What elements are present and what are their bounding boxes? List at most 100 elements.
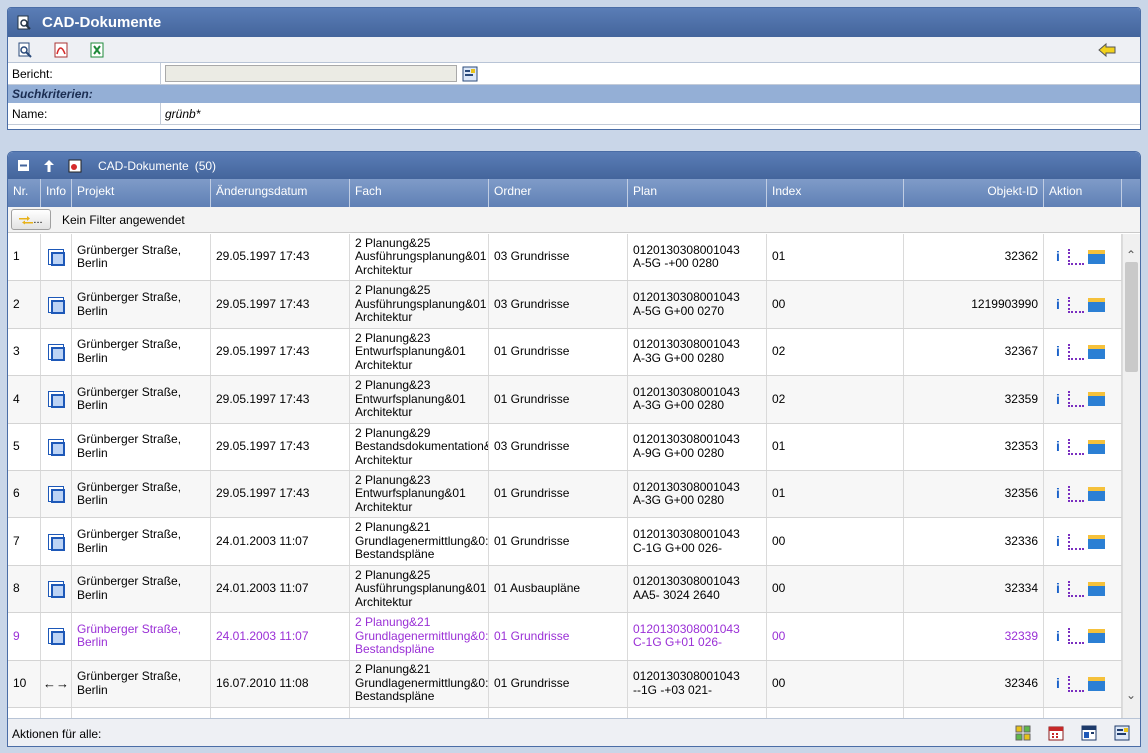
sort-up-arrow-icon[interactable] (42, 159, 56, 173)
row-plan: 0120130308001043 A-3G G+00 0280 (628, 328, 767, 376)
folder-export-icon[interactable] (1088, 392, 1105, 407)
tree-structure-icon[interactable] (1068, 296, 1084, 313)
folder-export-icon[interactable] (1088, 534, 1105, 549)
row-info[interactable] (41, 565, 72, 613)
row-info[interactable] (41, 613, 72, 660)
cad-document-icon[interactable] (48, 438, 65, 456)
folder-export-icon[interactable] (1088, 629, 1105, 644)
person-info-icon[interactable]: i (1052, 344, 1064, 359)
tree-structure-icon[interactable] (1068, 675, 1084, 692)
row-index: 00 (767, 565, 904, 613)
tree-structure-icon[interactable] (1068, 391, 1084, 408)
tree-structure-icon[interactable] (1068, 343, 1084, 360)
cad-document-icon[interactable] (48, 628, 65, 646)
tree-structure-icon[interactable] (1068, 580, 1084, 597)
row-info[interactable]: ←→ (41, 660, 72, 707)
column-fach[interactable]: Fach (350, 179, 489, 207)
column-info[interactable]: Info (41, 179, 72, 207)
table-row[interactable]: 8 Grünberger Straße, Berlin 24.01.2003 11:… (8, 565, 1122, 614)
collapse-icon[interactable] (16, 159, 30, 173)
person-info-icon[interactable]: i (1052, 676, 1064, 691)
table-row[interactable]: 3 Grünberger Straße, Berlin 29.05.1997 17:… (8, 328, 1122, 377)
row-info[interactable] (41, 328, 72, 376)
report-select-icon[interactable] (462, 66, 478, 82)
table-row[interactable]: 4 Grünberger Straße, Berlin 29.05.1997 17:… (8, 376, 1122, 424)
table-row[interactable]: 5 Grünberger Straße, Berlin 29.05.1997 17:… (8, 423, 1122, 471)
folder-export-icon[interactable] (1088, 487, 1105, 502)
row-info[interactable] (41, 234, 72, 281)
row-info[interactable] (41, 707, 72, 718)
cad-document-icon[interactable] (48, 533, 65, 551)
column-aenderungsdatum[interactable]: Änderungsdatum (211, 179, 350, 207)
person-info-icon[interactable]: i (1052, 297, 1064, 312)
scroll-up-icon[interactable]: ⌃ (1126, 248, 1136, 262)
results-header: CAD-Dokumente (50) (8, 152, 1140, 179)
cad-document-icon[interactable] (48, 391, 65, 409)
filter-button[interactable]: ... (11, 209, 51, 230)
column-projekt[interactable]: Projekt (72, 179, 211, 207)
person-info-icon[interactable]: i (1052, 534, 1064, 549)
row-info[interactable] (41, 376, 72, 423)
pdf-icon[interactable] (52, 41, 70, 59)
tree-structure-icon[interactable] (1068, 486, 1084, 503)
table-row[interactable]: 2 Grünberger Straße, Berlin 29.05.1997 17:… (8, 281, 1122, 329)
column-plan[interactable]: Plan (628, 179, 767, 207)
row-info[interactable] (41, 470, 72, 518)
cad-document-icon[interactable] (48, 249, 65, 267)
tree-structure-icon[interactable] (1068, 438, 1084, 455)
calendar-icon[interactable] (1048, 725, 1064, 741)
column-ordner[interactable]: Ordner (489, 179, 628, 207)
column-index[interactable]: Index (767, 179, 904, 207)
row-datum: 29.05.1997 17:43 (211, 234, 350, 281)
cad-document-icon[interactable] (48, 580, 65, 598)
table-row[interactable]: Grünberger Straße 2 Planung&28 Werk- 01201… (8, 707, 1122, 718)
person-info-icon[interactable]: i (1052, 581, 1064, 596)
table-row[interactable]: 1 Grünberger Straße, Berlin 29.05.1997 17:… (8, 234, 1122, 282)
folder-export-icon[interactable] (1088, 344, 1105, 359)
folder-export-icon[interactable] (1088, 581, 1105, 596)
bericht-input[interactable] (165, 65, 457, 82)
row-nr: 6 (8, 470, 41, 518)
tree-structure-icon[interactable] (1068, 249, 1084, 266)
row-info[interactable] (41, 518, 72, 565)
search-document-icon[interactable] (16, 41, 34, 59)
table-row[interactable]: 6 Grünberger Straße, Berlin 29.05.1997 17:… (8, 470, 1122, 519)
grid-tiles-icon[interactable] (1015, 725, 1031, 741)
table-row[interactable]: 10 ←→ Grünberger Straße, Berlin 16.07.2010 … (8, 660, 1122, 708)
folder-export-icon[interactable] (1088, 297, 1105, 312)
table-row[interactable]: 7 Grünberger Straße, Berlin 24.01.2003 11:… (8, 518, 1122, 566)
excel-icon[interactable] (88, 41, 106, 59)
folder-export-icon[interactable] (1088, 676, 1105, 691)
vertical-scrollbar[interactable]: ⌃ ⌄ (1122, 234, 1140, 718)
name-value: grünb* (165, 106, 201, 121)
person-info-icon[interactable]: i (1052, 392, 1064, 407)
results-panel: CAD-Dokumente (50) Nr. Info Projekt Ände… (7, 151, 1141, 747)
row-objekt-id: 32353 (904, 423, 1044, 470)
row-plan: 0120130308001043 C-1G G+01 026- (628, 613, 767, 660)
cad-document-icon (68, 159, 82, 173)
row-info[interactable] (41, 281, 72, 328)
folder-export-icon[interactable] (1088, 250, 1105, 265)
back-arrow-icon[interactable] (1098, 41, 1116, 59)
tree-structure-icon[interactable] (1068, 628, 1084, 645)
table-view-icon[interactable] (1081, 725, 1097, 741)
table-row[interactable]: 9 Grünberger Straße, Berlin 24.01.2003 11:… (8, 613, 1122, 661)
column-objekt-id[interactable]: Objekt-ID (904, 179, 1044, 207)
folder-export-icon[interactable] (1088, 439, 1105, 454)
cad-document-icon[interactable] (48, 296, 65, 314)
person-info-icon[interactable]: i (1052, 487, 1064, 501)
person-info-icon[interactable]: i (1052, 439, 1064, 454)
tree-structure-icon[interactable] (1068, 533, 1084, 550)
link-arrow-icon[interactable]: ←→ (43, 677, 69, 691)
person-info-icon[interactable]: i (1052, 250, 1064, 264)
scroll-thumb[interactable] (1125, 262, 1138, 372)
filter-button-label: ... (33, 213, 43, 226)
report-icon[interactable] (1114, 725, 1130, 741)
person-info-icon[interactable]: i (1052, 629, 1064, 644)
row-plan: 0120130308001043 A-3G G+00 0280 (628, 470, 767, 518)
cad-document-icon[interactable] (48, 486, 65, 504)
row-info[interactable] (41, 423, 72, 470)
column-nr[interactable]: Nr. (8, 179, 41, 207)
scroll-down-icon[interactable]: ⌄ (1126, 688, 1136, 702)
cad-document-icon[interactable] (48, 343, 65, 361)
